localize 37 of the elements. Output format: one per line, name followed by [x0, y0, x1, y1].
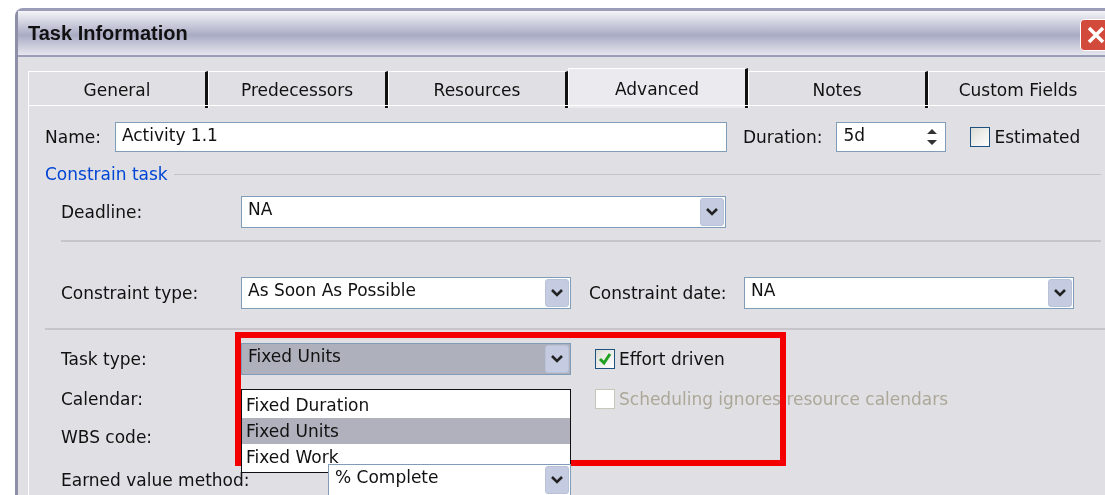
- tab[interactable]: Custom Fields: [928, 71, 1105, 108]
- tab[interactable]: Notes: [748, 71, 928, 108]
- earned-value-label: Earned value method:: [61, 470, 251, 490]
- constraint-type-label: Constraint type:: [61, 283, 200, 303]
- estimated-checkbox[interactable]: [970, 127, 991, 147]
- group-title: Constrain task: [45, 164, 168, 184]
- name-label: Name:: [45, 127, 101, 147]
- chevron-down-icon: [1053, 288, 1067, 298]
- window-title: Task Information: [28, 21, 188, 45]
- tab[interactable]: General: [28, 71, 208, 108]
- dropdown-option[interactable]: Fixed Duration: [242, 392, 570, 418]
- effort-driven-label: Effort driven: [619, 349, 725, 369]
- deadline-label: Deadline:: [61, 202, 144, 222]
- constraint-type-dropdown[interactable]: As Soon As Possible: [241, 277, 571, 309]
- dropdown-option[interactable]: Fixed Units: [242, 418, 570, 444]
- name-field[interactable]: Activity 1.1: [114, 122, 727, 152]
- close-icon: [1085, 24, 1105, 46]
- chevron-down-icon: [550, 475, 564, 485]
- scheduling-label: Scheduling ignores resource calendars: [619, 389, 949, 409]
- chevron-down-icon: [705, 207, 719, 217]
- tab[interactable]: Resources: [388, 71, 568, 108]
- constraint-date-dropdown[interactable]: NA: [744, 277, 1074, 309]
- calendar-label: Calendar:: [61, 389, 144, 409]
- deadline-dropdown[interactable]: NA: [241, 196, 726, 228]
- constraint-date-label: Constraint date:: [589, 283, 728, 303]
- tab[interactable]: Predecessors: [208, 71, 388, 108]
- effort-driven-checkbox[interactable]: [595, 349, 615, 369]
- task-type-label: Task type:: [61, 349, 148, 369]
- duration-label: Duration:: [742, 127, 823, 147]
- earned-value-dropdown[interactable]: % Complete: [328, 464, 571, 495]
- chevron-down-icon: [550, 288, 564, 298]
- estimated-label: Estimated: [994, 127, 1081, 147]
- task-type-dropdown[interactable]: Fixed Units: [241, 343, 571, 375]
- tab[interactable]: Advanced: [568, 68, 748, 108]
- wbs-code-label: WBS code:: [61, 427, 154, 447]
- chevron-down-icon: [550, 354, 564, 364]
- close-button[interactable]: [1080, 19, 1105, 51]
